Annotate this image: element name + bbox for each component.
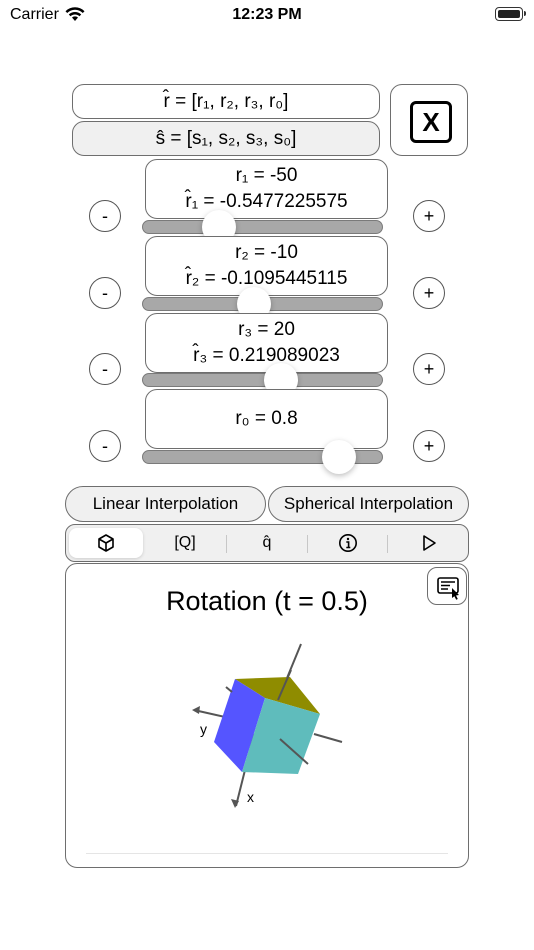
tab-info[interactable] [309,528,387,558]
tab-quaternion[interactable]: q̂ [228,528,306,558]
param-r1-normalized: r̂₁ = -0.5477225575 [185,191,348,212]
tab-matrix[interactable]: [Q] [146,528,224,558]
rotation-cube-scene: y x [192,643,343,808]
param-r2-value: r₂ = -10 [235,242,298,263]
quaternion-r-field[interactable]: r̂ = [r₁, r₂, r₃, r₀] [72,84,380,119]
decrement-r1-button[interactable]: - [89,200,121,232]
quaternion-s-field[interactable]: ŝ = [s₁, s₂, s₃, s₀] [72,121,380,156]
param-r0-display: r₀ = 0.8 [145,389,388,449]
slider-r0-thumb[interactable] [322,440,357,474]
param-r1-value: r₁ = -50 [235,165,298,186]
tab-play[interactable] [390,528,468,558]
param-r3-normalized: r̂₃ = 0.219089023 [193,345,340,366]
decrement-r2-button[interactable]: - [89,277,121,309]
param-r3-value: r₃ = 20 [238,319,295,340]
increment-r2-button[interactable]: + [413,277,445,309]
increment-r0-button[interactable]: + [413,430,445,462]
play-icon [423,535,436,551]
tab-cube[interactable] [69,528,143,558]
axis-x-label: x [247,789,254,805]
increment-r1-button[interactable]: + [413,200,445,232]
cube-icon [98,534,114,552]
panel-divider [86,853,448,854]
info-icon [339,534,357,552]
axis-extension-line [313,733,343,743]
param-r2-normalized: r̂₂ = -0.1095445115 [185,268,348,289]
linear-interpolation-button[interactable]: Linear Interpolation [65,486,266,522]
param-r2-display: r₂ = -10 r̂₂ = -0.1095445115 [145,236,388,296]
param-r0-value: r₀ = 0.8 [235,408,298,429]
view-tab-bar: [Q] q̂ [65,524,469,562]
spherical-interpolation-button[interactable]: Spherical Interpolation [268,486,469,522]
increment-r3-button[interactable]: + [413,353,445,385]
param-r1-display: r₁ = -50 r̂₁ = -0.5477225575 [145,159,388,219]
slider-r3-track[interactable] [142,373,383,387]
clock-label: 12:23 PM [232,6,302,23]
battery-icon [495,7,523,21]
param-r3-display: r₃ = 20 r̂₃ = 0.219089023 [145,313,388,373]
close-button[interactable]: X [390,84,468,156]
slider-r1-track[interactable] [142,220,383,234]
decrement-r3-button[interactable]: - [89,353,121,385]
close-icon: X [410,101,452,143]
decrement-r0-button[interactable]: - [89,430,121,462]
rotation-visual-panel: Rotation (t = 0.5) y x [65,563,469,868]
axis-y-label: y [200,721,207,737]
